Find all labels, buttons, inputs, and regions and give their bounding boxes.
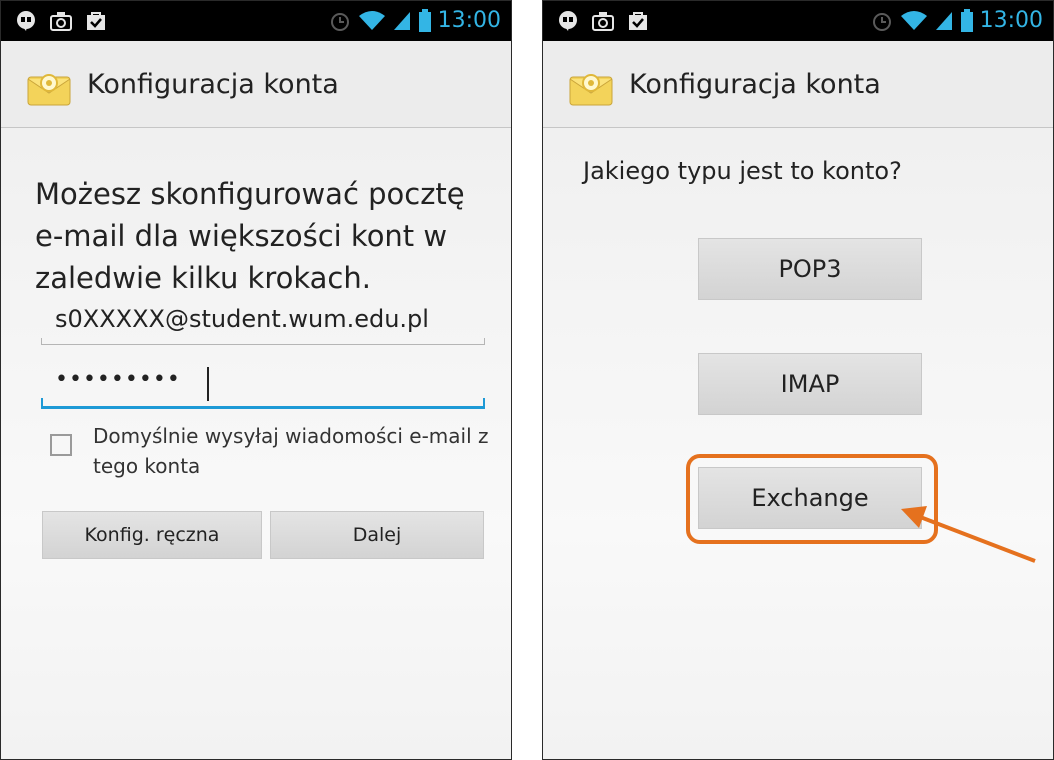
shopping-bag-icon — [87, 12, 105, 30]
email-app-icon — [27, 74, 71, 106]
signal-icon — [393, 12, 410, 30]
text-cursor — [207, 367, 209, 401]
account-type-screen: 13:00 Konfiguracja konta Jakiego typu je… — [542, 0, 1054, 760]
email-field[interactable]: s0XXXXX@student.wum.edu.pl — [41, 301, 485, 345]
default-account-label: Domyślnie wysyłaj wiadomości e-mail z te… — [93, 424, 489, 478]
camera-icon — [50, 12, 72, 31]
manual-setup-button[interactable]: Konfig. ręczna — [42, 511, 262, 559]
annotation-arrow — [901, 506, 1036, 563]
intro-text: Możesz skonfigurować pocztę e-mail dla w… — [35, 177, 465, 295]
wifi-icon — [358, 11, 385, 30]
hangouts-icon — [17, 11, 35, 31]
alarm-icon — [330, 13, 349, 31]
action-bar: Konfiguracja konta — [1, 41, 511, 128]
app-title: Konfiguracja konta — [87, 69, 339, 100]
login-screen: 13:00 Konfiguracja konta Możesz skonfigu… — [0, 0, 512, 760]
battery-icon — [418, 9, 431, 32]
email-value: s0XXXXX@student.wum.edu.pl — [55, 305, 429, 333]
default-account-checkbox[interactable] — [50, 434, 72, 456]
password-value: ••••••••• — [55, 367, 181, 392]
password-field[interactable]: ••••••••• — [41, 359, 485, 409]
next-button[interactable]: Dalej — [270, 511, 484, 559]
status-bar: 13:00 — [1, 1, 511, 41]
clock: 13:00 — [437, 8, 501, 33]
